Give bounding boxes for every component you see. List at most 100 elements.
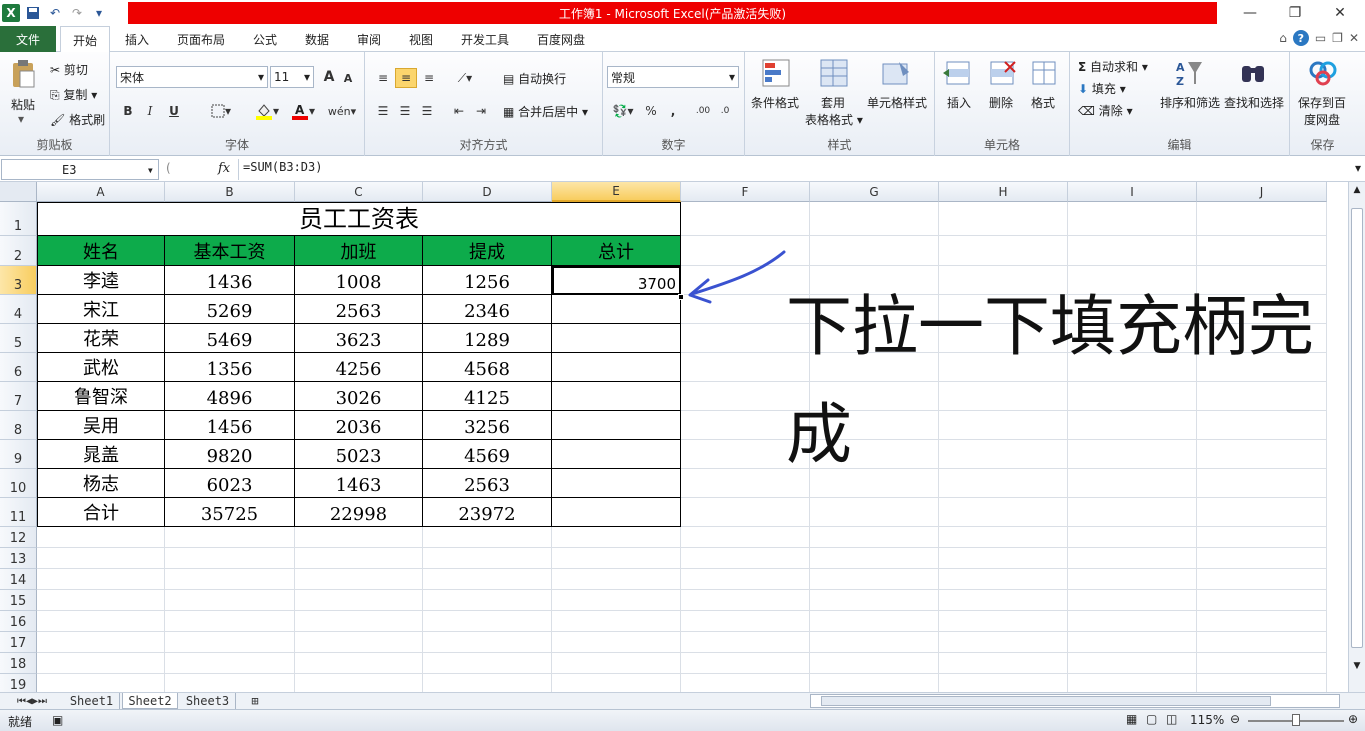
tab-file[interactable]: 文件 [0, 26, 56, 52]
table-cell[interactable]: 1256 [423, 266, 552, 295]
cell[interactable] [295, 653, 423, 674]
save-icon[interactable] [24, 4, 42, 22]
view-page-layout-icon[interactable]: ▢ [1146, 712, 1157, 726]
decrease-decimal-icon[interactable]: .0 [715, 101, 735, 121]
view-page-break-icon[interactable]: ◫ [1166, 712, 1177, 726]
cell[interactable] [939, 498, 1068, 527]
cell[interactable] [165, 569, 295, 590]
table-cell[interactable]: 6023 [165, 469, 295, 498]
cell[interactable] [939, 632, 1068, 653]
cell[interactable] [295, 674, 423, 692]
insert-cells-button[interactable]: 插入 [947, 94, 971, 111]
table-cell[interactable] [552, 411, 681, 440]
table-cell[interactable]: 2563 [295, 295, 423, 324]
table-cell[interactable]: 1436 [165, 266, 295, 295]
scroll-down-icon[interactable]: ▼ [1349, 658, 1365, 674]
format-cells-button[interactable]: 格式 [1031, 94, 1055, 111]
cell[interactable] [552, 653, 681, 674]
align-bottom-icon[interactable]: ≡ [419, 68, 439, 88]
cell[interactable] [1197, 527, 1327, 548]
italic-button[interactable]: I [140, 101, 160, 121]
cell[interactable] [681, 569, 810, 590]
help-icon[interactable]: ? [1292, 30, 1309, 46]
conditional-format-button[interactable]: 条件格式 [751, 94, 799, 111]
cell[interactable] [37, 527, 165, 548]
find-select-button[interactable]: 查找和选择 [1224, 94, 1284, 111]
name-box-dropdown-icon[interactable]: ▾ [147, 163, 154, 177]
cell[interactable] [295, 611, 423, 632]
cell[interactable] [1197, 498, 1327, 527]
merge-center-button[interactable]: ▦ 合并后居中 ▾ [503, 103, 588, 120]
column-header-D[interactable]: D [423, 182, 552, 202]
border-button[interactable]: ▾ [206, 101, 236, 121]
sort-filter-button[interactable]: 排序和筛选 [1160, 94, 1220, 111]
cell[interactable] [165, 548, 295, 569]
align-right-icon[interactable]: ☰ [417, 101, 437, 121]
zoom-slider-thumb[interactable] [1292, 714, 1300, 726]
zoom-in-icon[interactable]: ⊕ [1348, 712, 1358, 726]
cell[interactable] [939, 382, 1068, 411]
tab-data[interactable]: 数据 [298, 26, 336, 52]
accounting-format-icon[interactable]: 💱▾ [609, 101, 637, 121]
bold-button[interactable]: B [118, 101, 138, 121]
cell[interactable] [810, 527, 939, 548]
table-cell[interactable]: 4896 [165, 382, 295, 411]
cell[interactable] [295, 527, 423, 548]
table-cell[interactable]: 1456 [165, 411, 295, 440]
cell[interactable] [810, 548, 939, 569]
fill-button[interactable]: ⬇ 填充 ▾ [1078, 80, 1126, 97]
tab-insert[interactable]: 插入 [118, 26, 156, 52]
cell[interactable] [37, 611, 165, 632]
cell[interactable] [810, 590, 939, 611]
table-cell[interactable] [552, 353, 681, 382]
cell[interactable] [423, 674, 552, 692]
cell[interactable] [423, 632, 552, 653]
cell[interactable] [810, 469, 939, 498]
table-cell[interactable]: 4569 [423, 440, 552, 469]
row-header-9[interactable]: 9 [0, 440, 37, 469]
row-header-7[interactable]: 7 [0, 382, 37, 411]
table-cell[interactable] [552, 498, 681, 527]
cell[interactable] [681, 498, 810, 527]
table-cell[interactable]: 4568 [423, 353, 552, 382]
doc-minimize-icon[interactable]: ▭ [1315, 31, 1326, 45]
vertical-scrollbar[interactable]: ▲ ▼ [1348, 182, 1365, 692]
table-cell[interactable]: 22998 [295, 498, 423, 527]
tab-developer[interactable]: 开发工具 [454, 26, 516, 52]
orientation-icon[interactable]: ⟋▾ [451, 68, 479, 88]
tab-baidu-netdisk[interactable]: 百度网盘 [530, 26, 592, 52]
table-cell[interactable]: 鲁智深 [37, 382, 165, 411]
table-header-cell[interactable]: 总计 [552, 236, 681, 266]
cell[interactable] [552, 611, 681, 632]
cut-button[interactable]: ✂ 剪切 [50, 61, 88, 78]
vertical-scroll-thumb[interactable] [1351, 208, 1363, 648]
customize-toolbar-icon[interactable]: ▾ [90, 4, 108, 22]
restore-button[interactable]: ❐ [1275, 2, 1315, 24]
cell[interactable] [165, 632, 295, 653]
cell[interactable] [1197, 469, 1327, 498]
tab-review[interactable]: 审阅 [350, 26, 388, 52]
cell[interactable] [295, 632, 423, 653]
shrink-font-button[interactable]: A [340, 69, 356, 87]
undo-icon[interactable]: ↶ [46, 4, 64, 22]
paste-button[interactable] [8, 58, 38, 90]
cell[interactable] [37, 590, 165, 611]
scroll-up-icon[interactable]: ▲ [1349, 182, 1365, 198]
save-to-netdisk-button[interactable]: 保存到百 [1298, 94, 1346, 111]
table-cell[interactable] [552, 295, 681, 324]
cell[interactable] [810, 498, 939, 527]
table-cell[interactable]: 合计 [37, 498, 165, 527]
row-header-8[interactable]: 8 [0, 411, 37, 440]
table-cell[interactable]: 宋江 [37, 295, 165, 324]
row-header-2[interactable]: 2 [0, 236, 37, 266]
cell[interactable] [1197, 202, 1327, 236]
cell[interactable] [939, 674, 1068, 692]
row-header-3[interactable]: 3 [0, 266, 37, 295]
row-header-4[interactable]: 4 [0, 295, 37, 324]
cell[interactable] [681, 469, 810, 498]
row-header-18[interactable]: 18 [0, 653, 37, 674]
row-header-10[interactable]: 10 [0, 469, 37, 498]
table-cell[interactable]: 2346 [423, 295, 552, 324]
table-cell[interactable]: 35725 [165, 498, 295, 527]
doc-restore-icon[interactable]: ❐ [1332, 31, 1343, 45]
